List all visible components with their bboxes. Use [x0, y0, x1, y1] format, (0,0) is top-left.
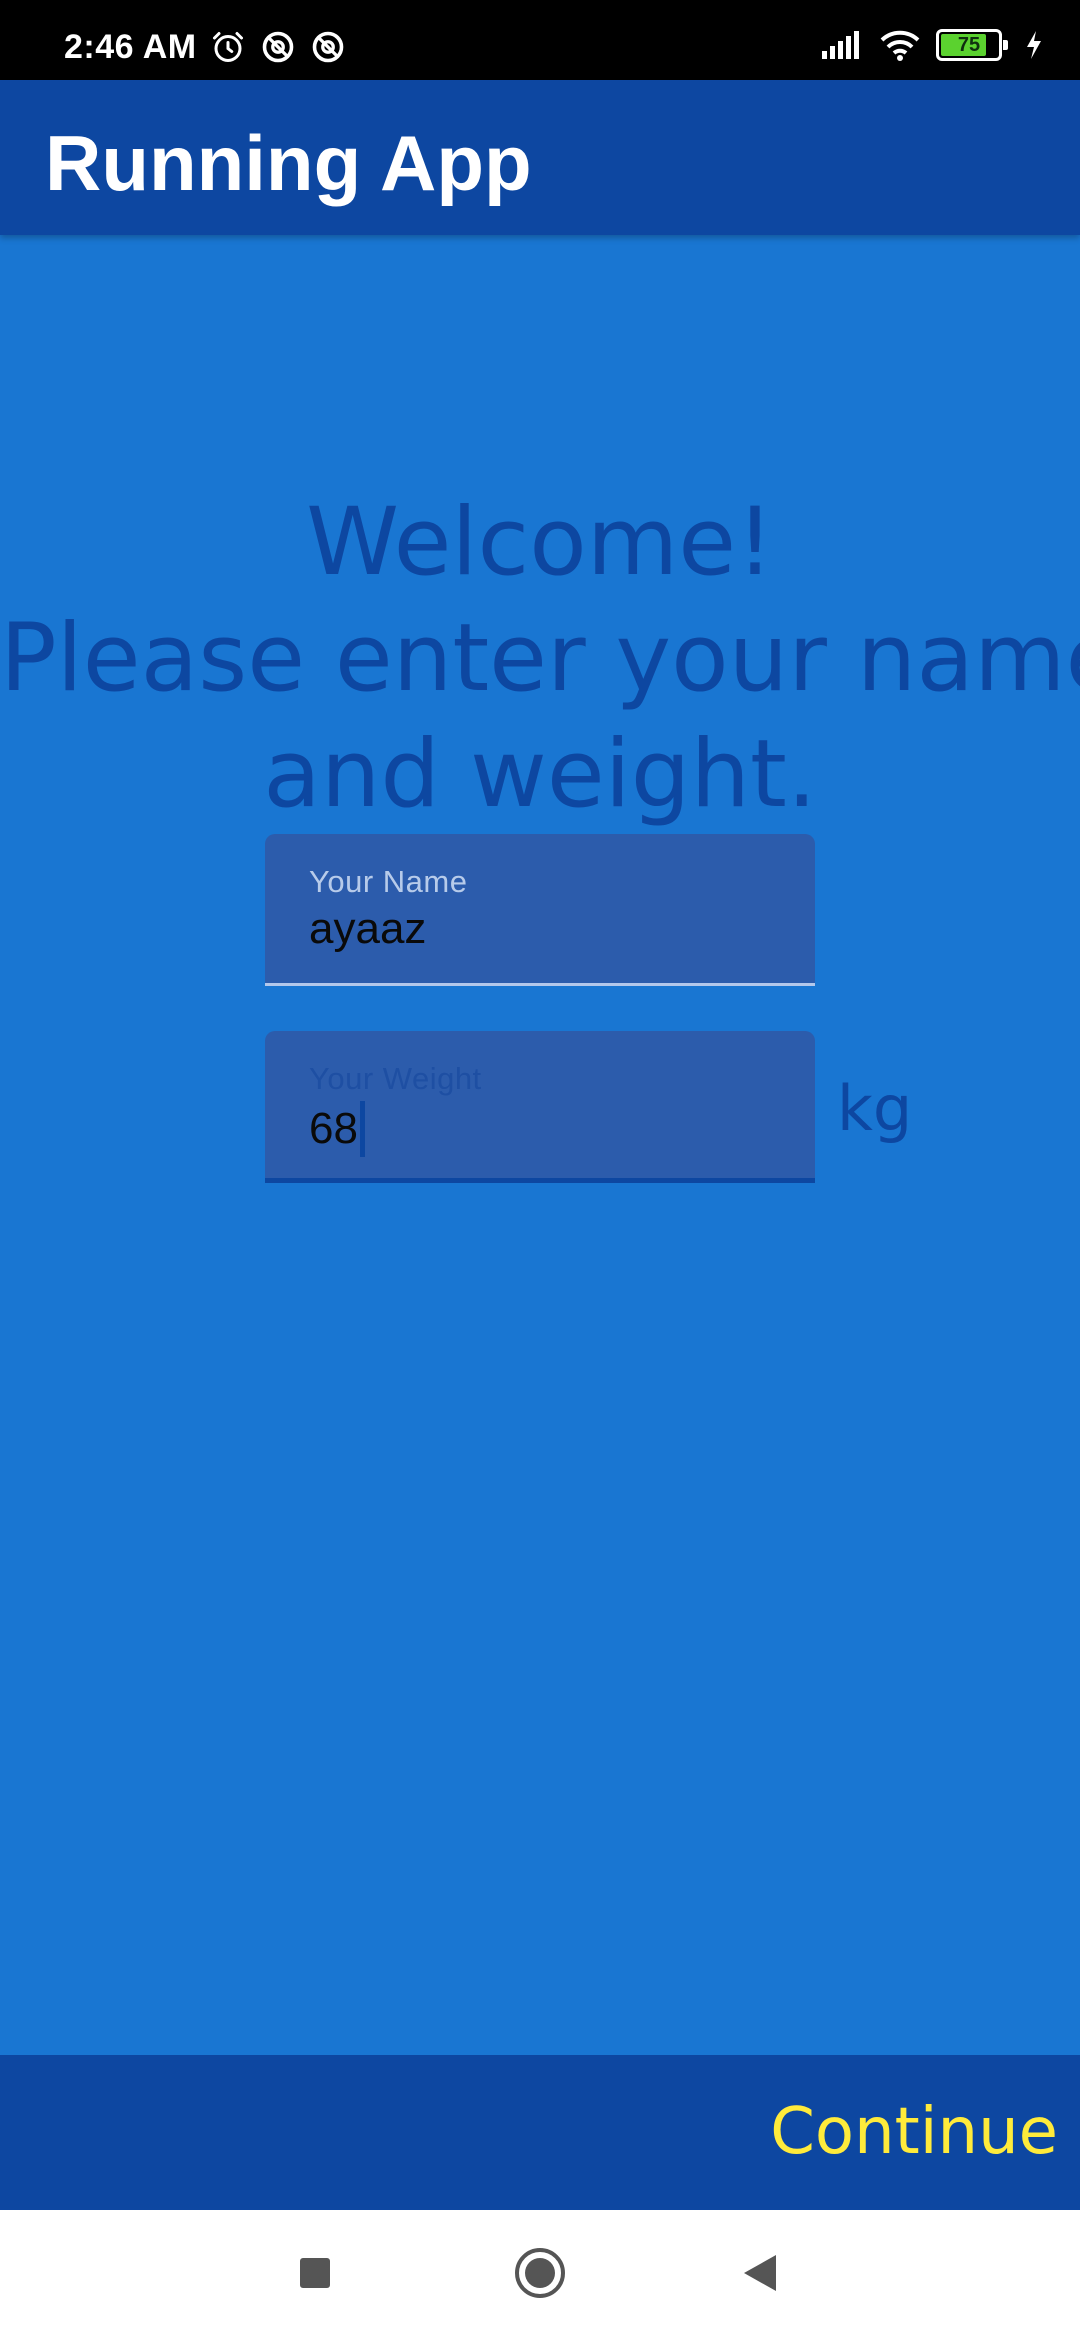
- data-saver-icon: [310, 29, 346, 65]
- square-icon: [299, 2257, 331, 2294]
- circle-icon: [514, 2247, 566, 2304]
- status-bar: 2:46 AM 75: [0, 0, 1080, 80]
- back-triangle-icon: [742, 2253, 778, 2298]
- status-system-icons: 75: [820, 28, 1044, 62]
- weight-input-value: 68: [309, 1104, 358, 1153]
- app-bar: Running App: [0, 80, 1080, 235]
- system-nav-bar: [0, 2210, 1080, 2340]
- weight-input[interactable]: 68: [309, 1101, 365, 1157]
- welcome-line: Please enter your name: [0, 604, 1080, 713]
- recent-apps-button[interactable]: [275, 2210, 355, 2340]
- battery-icon: 75: [936, 29, 1008, 61]
- wifi-icon: [878, 28, 922, 62]
- name-input[interactable]: ayaaz: [309, 904, 426, 954]
- welcome-line: Welcome!: [306, 488, 774, 597]
- continue-button[interactable]: Continue: [770, 2095, 1058, 2169]
- weight-field-label: Your Weight: [309, 1061, 482, 1096]
- data-saver-icon: [260, 29, 296, 65]
- name-input-value: ayaaz: [309, 904, 427, 953]
- app-title: Running App: [45, 119, 532, 207]
- welcome-line: and weight.: [263, 720, 817, 829]
- charging-icon: [1024, 29, 1044, 61]
- bottom-bar: Continue: [0, 2055, 1080, 2210]
- welcome-message: Welcome! Please enter your name and weig…: [0, 485, 1080, 833]
- weight-field[interactable]: Your Weight 68: [265, 1031, 815, 1183]
- weight-unit-label: kg: [837, 1072, 913, 1145]
- status-time: 2:46 AM: [64, 28, 197, 66]
- alarm-icon: [210, 29, 246, 65]
- text-cursor: [359, 1101, 365, 1157]
- home-button[interactable]: [500, 2210, 580, 2340]
- status-notification-icons: [210, 29, 346, 65]
- battery-level: 75: [957, 34, 981, 56]
- signal-icon: [820, 29, 864, 61]
- back-button[interactable]: [720, 2210, 800, 2340]
- name-field-label: Your Name: [309, 864, 468, 899]
- name-field[interactable]: Your Name ayaaz: [265, 834, 815, 986]
